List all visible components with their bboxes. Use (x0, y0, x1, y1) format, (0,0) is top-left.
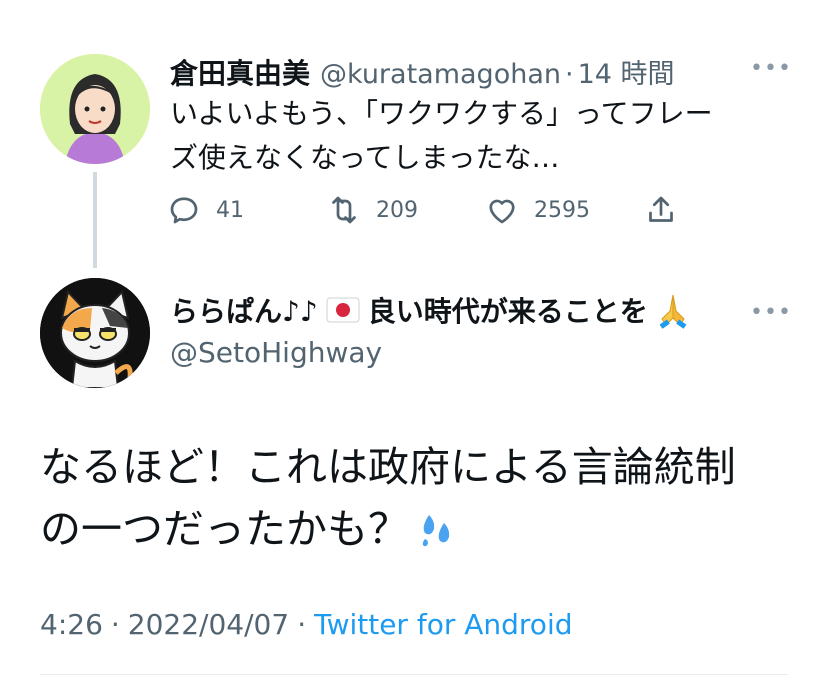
sweat-droplets-icon (422, 515, 450, 547)
quoted-text-line1: いよいよもう、「ワクワクする」ってフレー (170, 97, 713, 130)
praying-hands-icon (659, 294, 687, 329)
quoted-timestamp[interactable]: 14 時間 (578, 52, 675, 91)
reply-text-line1: なるほど！これは政府による言論統制 (40, 443, 736, 491)
reply-button[interactable]: 41 (166, 190, 244, 230)
quoted-author-handle[interactable]: @kuratamagohan (320, 59, 561, 90)
retweet-icon (332, 196, 356, 224)
reply-name-row[interactable]: ららぱん♪♪ 良い時代が来ることを (170, 290, 692, 330)
tweet-client-link[interactable]: Twitter for Android (314, 608, 572, 641)
share-icon (649, 196, 673, 222)
tweet-date[interactable]: 2022/04/07 (128, 608, 289, 641)
japan-flag-icon (326, 297, 360, 323)
tweet-time[interactable]: 4:26 (40, 608, 103, 641)
quoted-author-name[interactable]: 倉田真由美 (170, 52, 310, 92)
tweet-meta: 4:26 · 2022/04/07 · Twitter for Android (40, 608, 573, 641)
share-button[interactable] (643, 190, 679, 230)
divider (40, 674, 788, 675)
retweet-count: 209 (376, 197, 418, 223)
reply-author-name: ららぱん♪♪ (170, 295, 318, 328)
reply-text-line2-row: の一つだったかも？ (40, 498, 457, 560)
thread-line (93, 172, 97, 268)
quoted-text-line2: ズ使えなくなってしまったな… (170, 141, 560, 174)
separator: · (565, 59, 574, 90)
avatar-woman (40, 54, 150, 164)
reply-author-handle[interactable]: @SetoHighway (170, 336, 382, 369)
more-icon[interactable]: ••• (750, 56, 792, 81)
avatar-cat (40, 278, 150, 388)
retweet-button[interactable]: 209 (326, 190, 418, 230)
reply-icon (170, 197, 198, 224)
separator: · (297, 608, 307, 641)
like-button[interactable]: 2595 (484, 190, 590, 230)
like-icon (489, 199, 515, 224)
quoted-avatar[interactable] (40, 54, 150, 164)
like-count: 2595 (534, 197, 590, 223)
reply-author-name-suffix: 良い時代が来ることを (367, 295, 648, 328)
reply-count: 41 (216, 197, 244, 223)
reply-text-line2: の一つだったかも？ (40, 505, 409, 553)
reply-avatar[interactable] (40, 278, 150, 388)
quoted-header: 倉田真由美 @kuratamagohan · 14 時間 (170, 52, 675, 92)
more-icon[interactable]: ••• (750, 300, 792, 325)
separator: · (110, 608, 120, 641)
